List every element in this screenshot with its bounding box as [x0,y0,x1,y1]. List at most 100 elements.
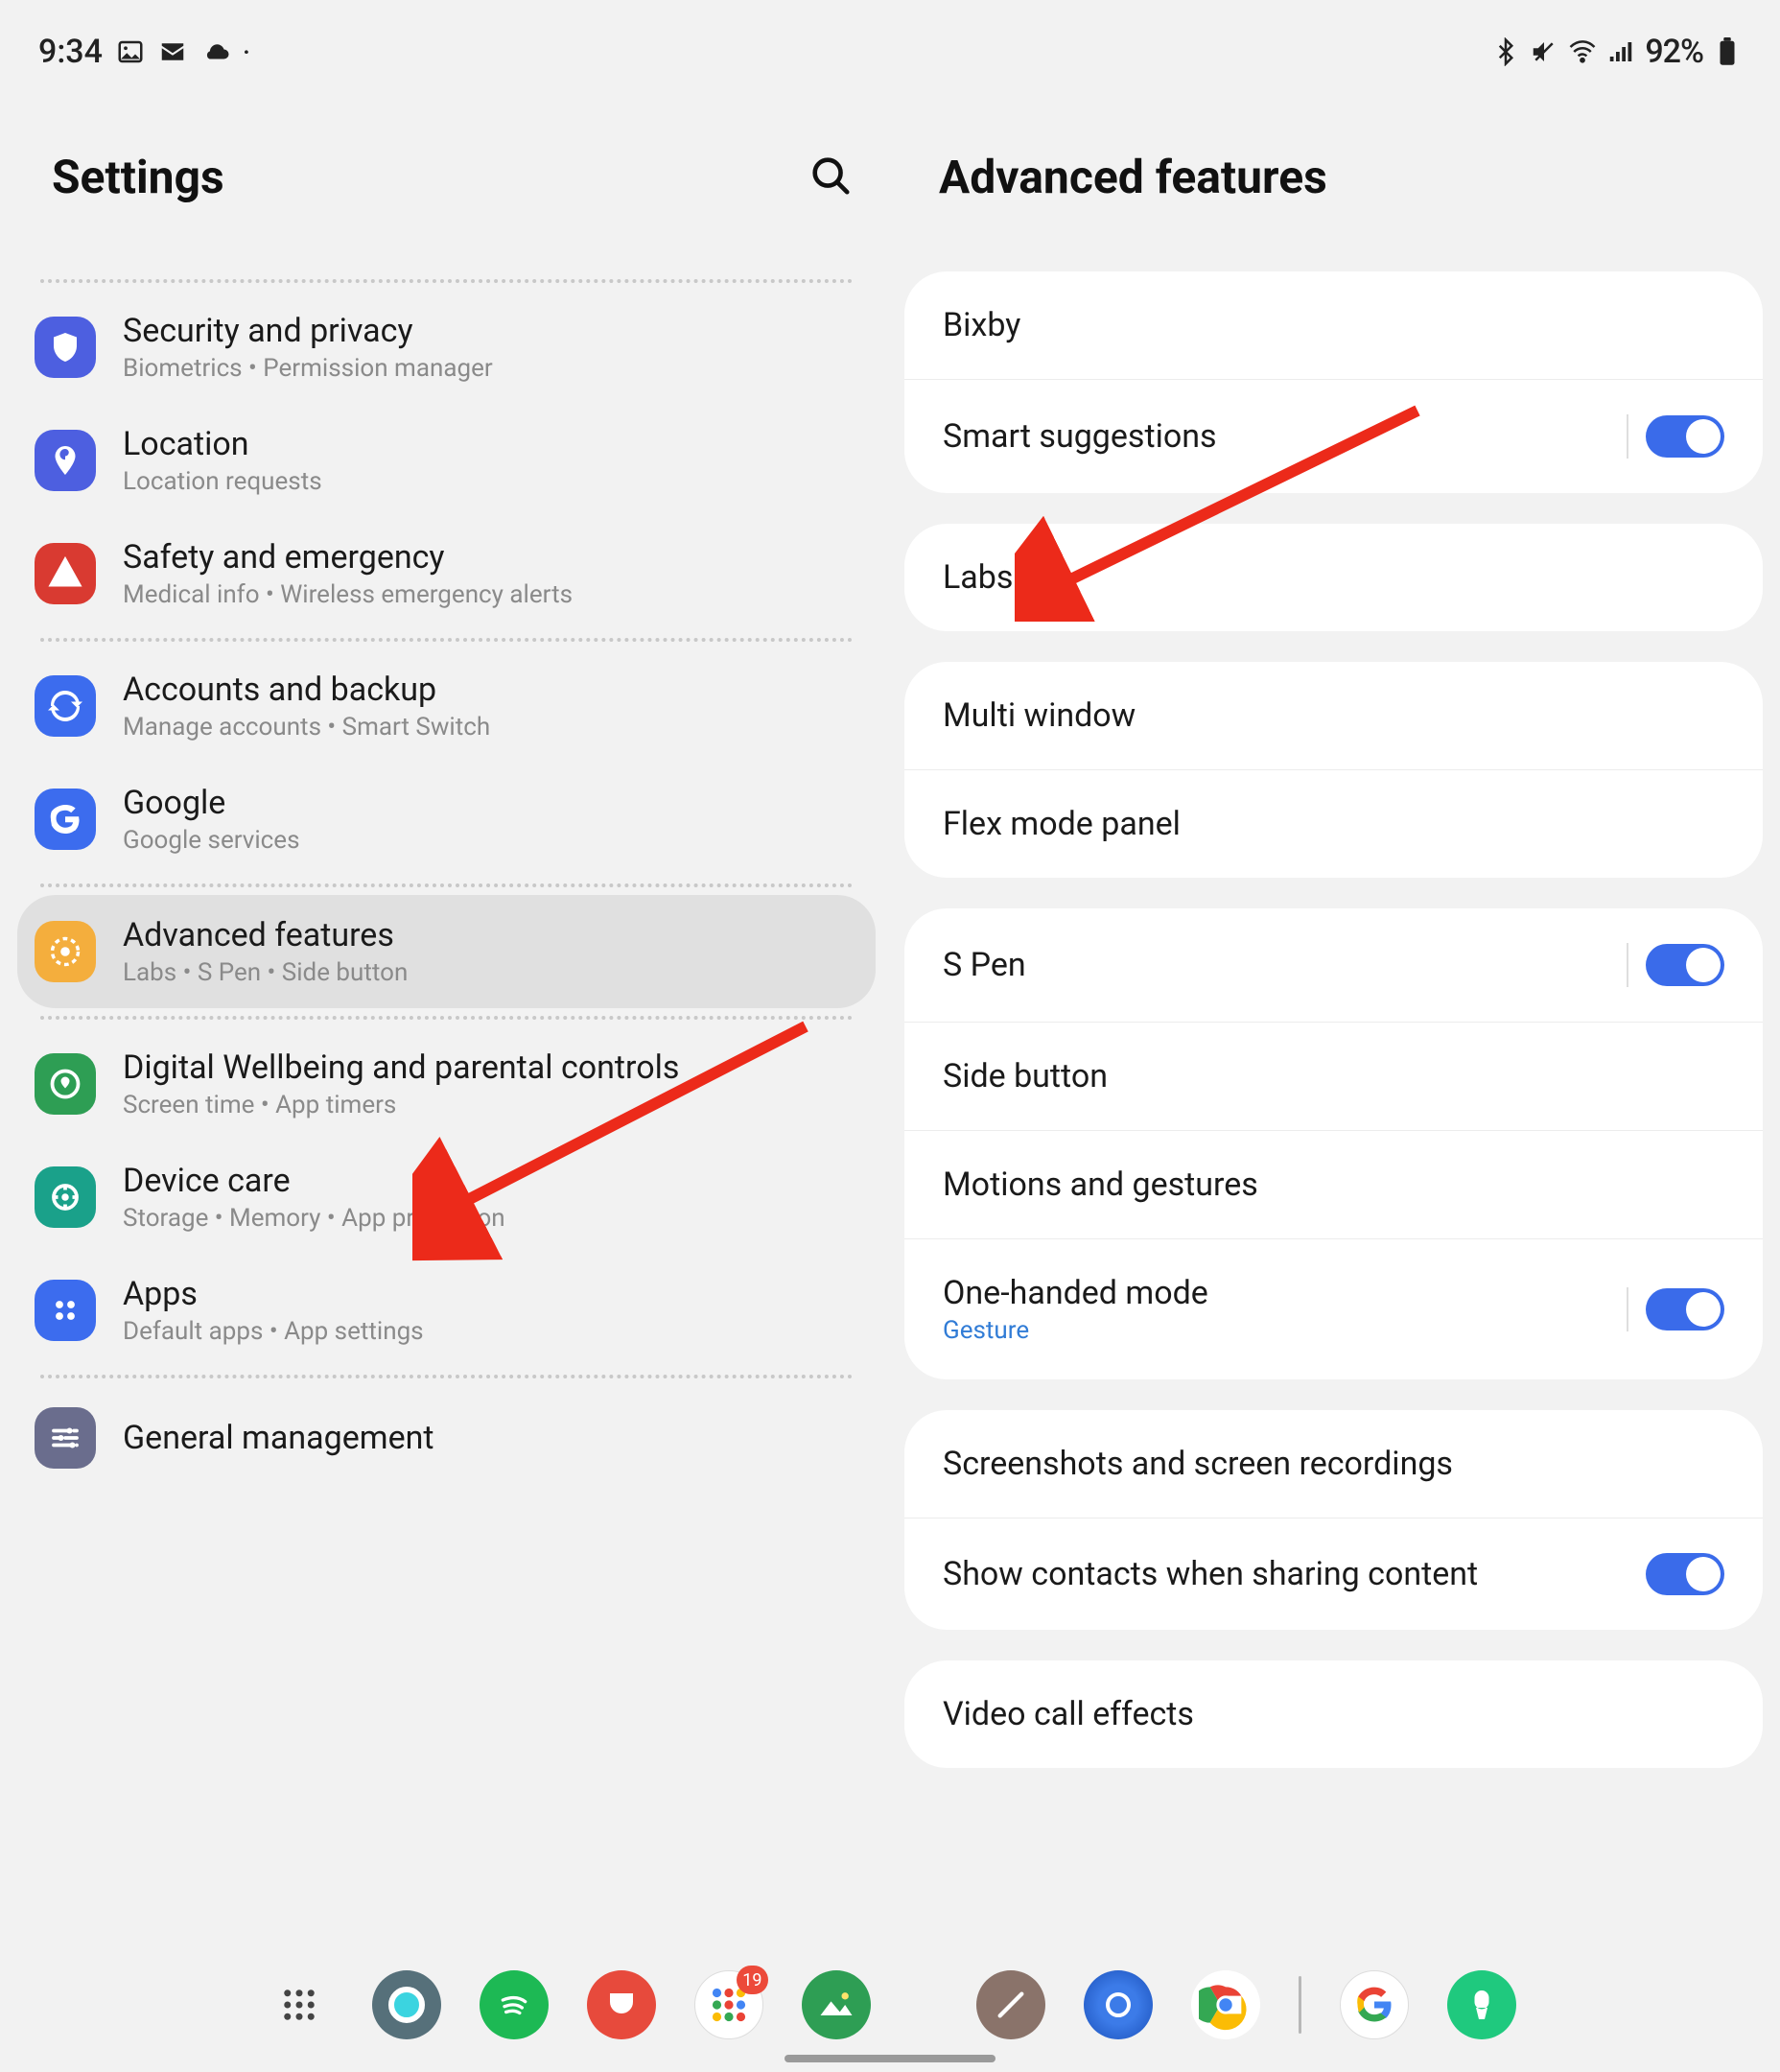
taskbar-recent-chrome[interactable] [1191,1970,1260,2039]
settings-item-google[interactable]: GoogleGoogle services [17,763,876,876]
mute-icon [1530,37,1558,66]
image-icon [116,37,145,66]
taskbar-suggest-2[interactable] [1447,1970,1516,2039]
google-icon [35,789,96,850]
sliders-icon [35,1407,96,1469]
settings-item-sub: Location requests [123,467,322,496]
settings-item-wellbeing[interactable]: Digital Wellbeing and parental controlsS… [17,1027,876,1141]
setting-label: Show contacts when sharing content [943,1555,1478,1593]
setting-row-multi[interactable]: Multi window [904,662,1763,770]
taskbar-app-4[interactable]: 19 [694,1970,763,2039]
setting-row-text: Side button [943,1057,1108,1095]
taskbar-app-1[interactable] [372,1970,441,2039]
setting-row-video[interactable]: Video call effects [904,1660,1763,1768]
more-dot: · [243,36,250,68]
setting-row-labs[interactable]: Labs [904,524,1763,631]
setting-row-flex[interactable]: Flex mode panel [904,770,1763,878]
battery-icon [1713,37,1742,66]
section-divider [40,1375,853,1378]
setting-row-spen[interactable]: S Pen [904,908,1763,1023]
setting-row-text: Show contacts when sharing content [943,1555,1478,1593]
shield-icon [35,317,96,378]
settings-item-title: Location [123,425,322,463]
taskbar: 19 [0,1938,1780,2072]
setting-label: Motions and gestures [943,1166,1258,1204]
settings-item-apps[interactable]: AppsDefault apps • App settings [17,1254,876,1367]
setting-label: Video call effects [943,1695,1194,1733]
setting-row-text: S Pen [943,946,1026,984]
pin-icon [35,430,96,491]
settings-item-location[interactable]: Location Location requests [17,404,876,517]
care-icon [35,1166,96,1228]
setting-row-smart[interactable]: Smart suggestions [904,380,1763,493]
setting-row-contacts[interactable]: Show contacts when sharing content [904,1519,1763,1630]
settings-title: Settings [52,150,224,204]
setting-label: Labs [943,558,1013,597]
section-divider [40,883,853,887]
settings-item-sub: Medical info • Wireless emergency alerts [123,580,573,609]
taskbar-suggest-google[interactable] [1340,1970,1409,2039]
clock: 9:34 [38,33,103,71]
settings-item-security[interactable]: Security and privacyBiometrics • Permiss… [17,291,876,404]
setting-row-text: Smart suggestions [943,417,1217,456]
settings-card: Screenshots and screen recordings Show co… [904,1410,1763,1630]
toggle-switch[interactable] [1646,944,1724,986]
settings-item-text: Location Location requests [123,425,322,496]
section-divider [40,279,853,283]
setting-label: Bixby [943,306,1020,344]
settings-item-text: Advanced features Labs • S Pen • Side but… [123,916,408,987]
settings-item-title: Advanced features [123,916,408,954]
section-divider [40,1016,853,1020]
setting-row-onehand[interactable]: One-handed modeGesture [904,1239,1763,1379]
setting-row-text: Bixby [943,306,1020,344]
settings-card: Bixby Smart suggestions [904,271,1763,493]
setting-label: One-handed mode [943,1274,1208,1312]
taskbar-app-gallery[interactable] [802,1970,871,2039]
taskbar-app-3[interactable] [587,1970,656,2039]
section-divider [40,638,853,642]
toggle-divider [1627,943,1628,987]
settings-item-sub: Biometrics • Permission manager [123,354,493,383]
settings-item-advanced[interactable]: Advanced features Labs • S Pen • Side but… [17,895,876,1008]
settings-item-accounts[interactable]: Accounts and backupManage accounts • Sma… [17,649,876,763]
settings-item-text: Digital Wellbeing and parental controlsS… [123,1048,679,1119]
setting-label: Side button [943,1057,1108,1095]
taskbar-app-spotify[interactable] [480,1970,549,2039]
taskbar-recent-1[interactable] [976,1970,1045,2039]
badge: 19 [737,1966,767,1994]
settings-item-safety[interactable]: Safety and emergencyMedical info • Wirel… [17,517,876,630]
setting-label: S Pen [943,946,1026,984]
setting-label: Multi window [943,696,1136,735]
settings-item-text: AppsDefault apps • App settings [123,1275,424,1346]
settings-item-text: Device careStorage • Memory • App protec… [123,1162,505,1233]
settings-item-sub: Storage • Memory • App protection [123,1204,505,1233]
setting-row-shots[interactable]: Screenshots and screen recordings [904,1410,1763,1519]
setting-row-text: Multi window [943,696,1136,735]
setting-row-text: Flex mode panel [943,805,1181,843]
setting-row-side[interactable]: Side button [904,1023,1763,1131]
settings-item-device[interactable]: Device careStorage • Memory • App protec… [17,1141,876,1254]
cloud-icon [200,37,233,66]
settings-card: Video call effects [904,1660,1763,1768]
toggle-switch[interactable] [1646,1553,1724,1595]
wellbeing-icon [35,1053,96,1115]
taskbar-recent-2[interactable] [1084,1970,1153,2039]
gearplus-icon [35,921,96,982]
setting-row-bixby[interactable]: Bixby [904,271,1763,380]
setting-row-motions[interactable]: Motions and gestures [904,1131,1763,1239]
setting-label: Smart suggestions [943,417,1217,456]
toggle-switch[interactable] [1646,415,1724,458]
search-button[interactable] [808,153,853,201]
advanced-features-title: Advanced features [939,150,1327,204]
settings-item-sub: Labs • S Pen • Side button [123,958,408,987]
setting-row-text: One-handed modeGesture [943,1274,1208,1345]
app-drawer-button[interactable] [265,1970,334,2039]
home-indicator[interactable] [785,2055,995,2062]
battery-percent: 92% [1645,33,1703,71]
toggle-switch[interactable] [1646,1288,1724,1330]
advanced-features-panel: Advanced features Bixby Smart suggestions… [904,92,1763,1938]
settings-item-general[interactable]: General management [17,1386,876,1490]
setting-label: Flex mode panel [943,805,1181,843]
status-right: 92% [1491,33,1742,71]
settings-item-sub: Default apps • App settings [123,1317,424,1346]
